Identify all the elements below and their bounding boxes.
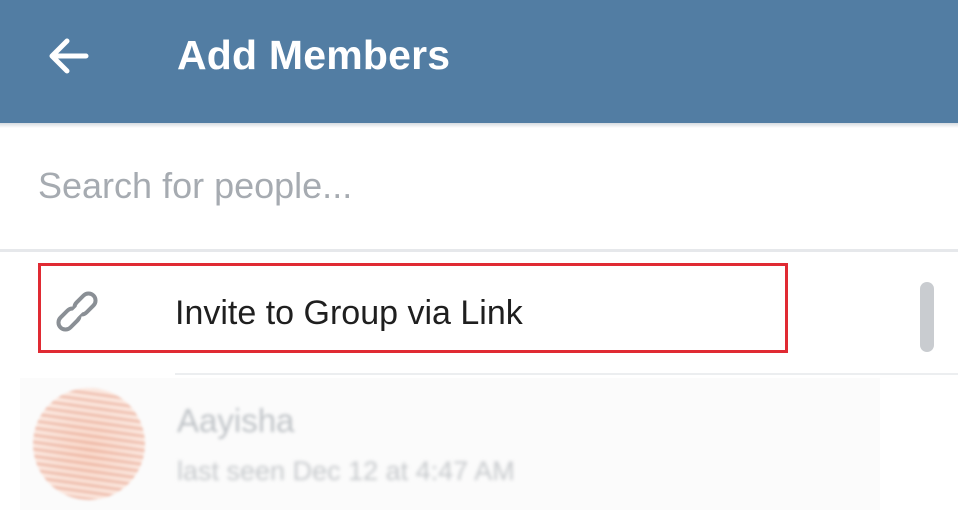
search-input[interactable] xyxy=(38,156,918,216)
contact-name: Aayisha xyxy=(177,402,295,439)
back-button[interactable] xyxy=(30,22,106,90)
row-divider xyxy=(175,373,958,375)
avatar xyxy=(33,388,145,500)
page-title: Add Members xyxy=(177,32,451,78)
link-icon xyxy=(56,291,98,332)
invite-via-link-label: Invite to Group via Link xyxy=(175,294,523,332)
contact-list-item[interactable]: Aayisha last seen Dec 12 at 4:47 AM xyxy=(20,378,880,510)
invite-via-link-item[interactable]: Invite to Group via Link xyxy=(0,252,958,374)
toolbar: Add Members xyxy=(0,0,958,123)
arrow-left-icon xyxy=(49,38,89,74)
scrollbar-thumb[interactable] xyxy=(920,282,934,352)
search-bar xyxy=(0,128,958,249)
contact-last-seen: last seen Dec 12 at 4:47 AM xyxy=(177,456,515,486)
